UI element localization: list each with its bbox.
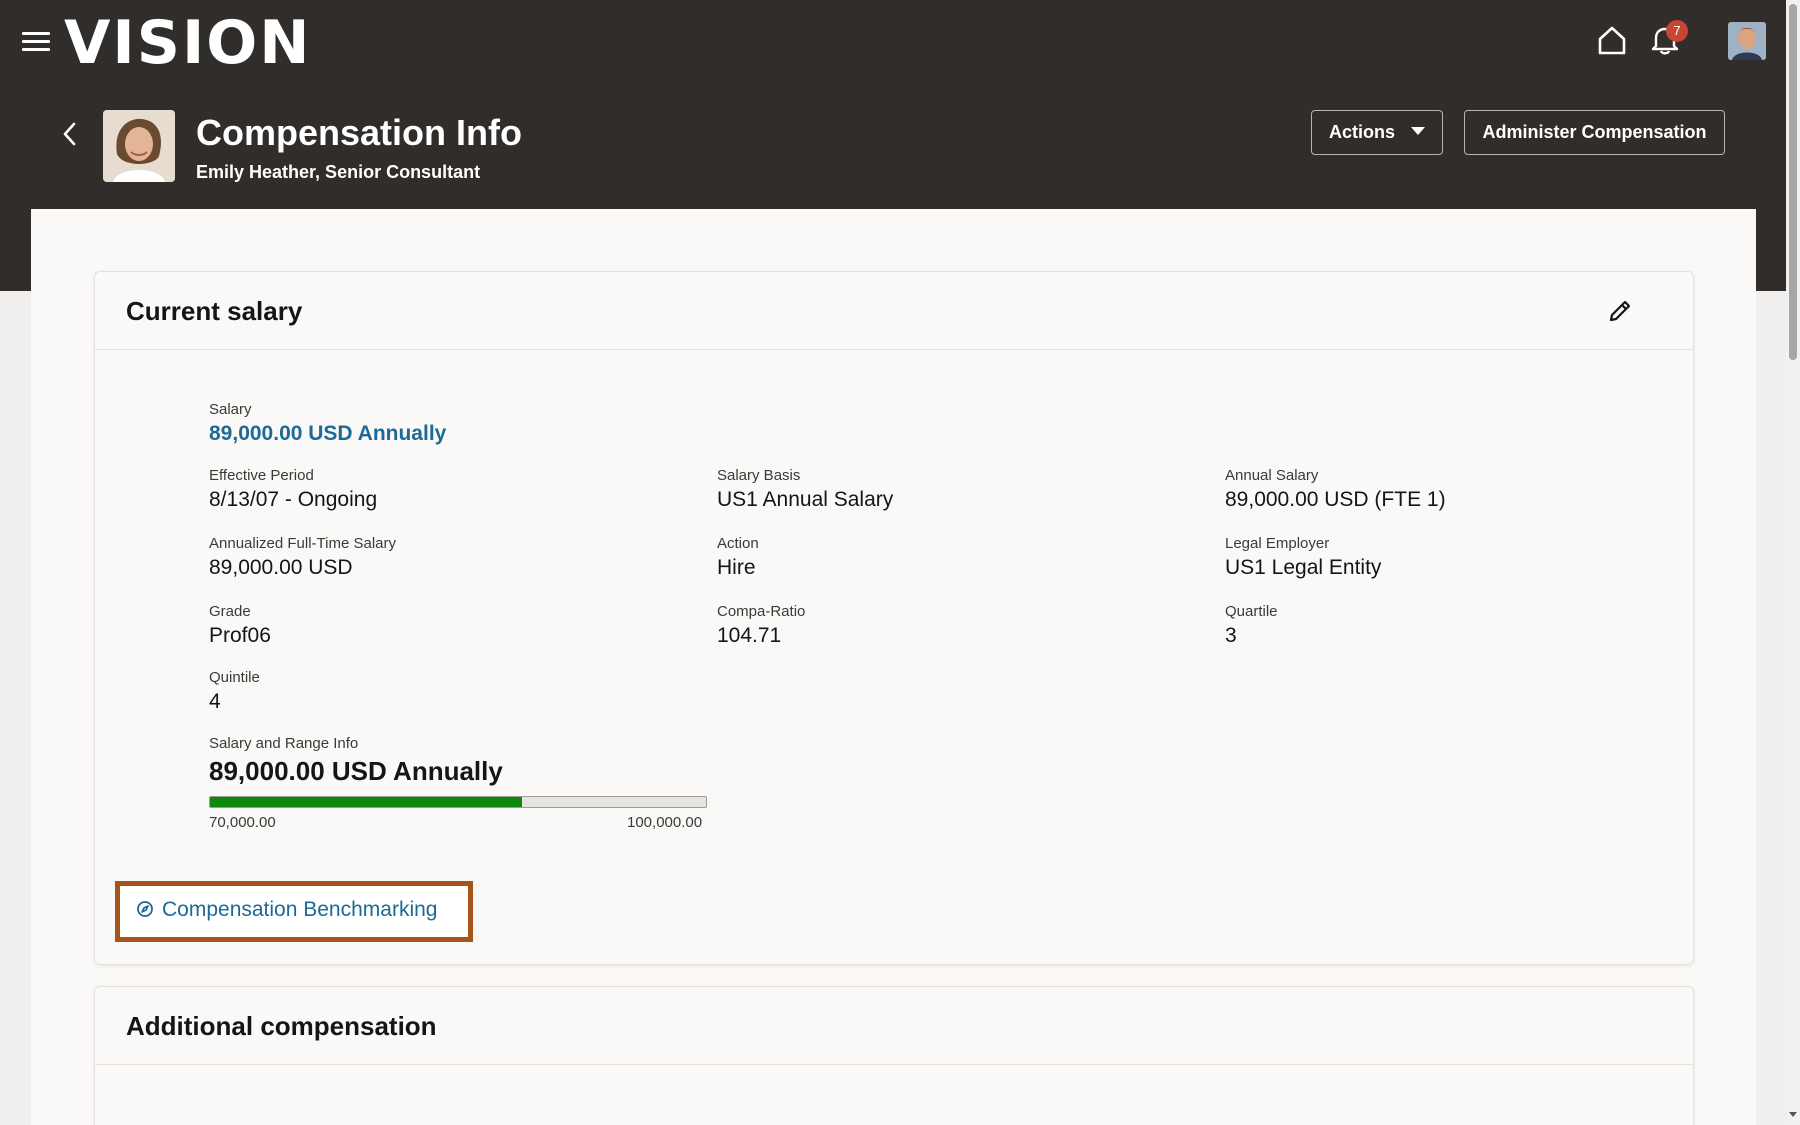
salary-value-link[interactable]: 89,000.00 USD Annually [209, 420, 446, 448]
legal-employer-field: Legal Employer US1 Legal Entity [1225, 534, 1381, 582]
compa-ratio-label: Compa-Ratio [717, 603, 806, 620]
content-area: Current salary Salary 89,000.00 USD Annu… [31, 209, 1756, 1125]
administer-compensation-button[interactable]: Administer Compensation [1464, 110, 1725, 155]
salary-range-field: Salary and Range Info 89,000.00 USD Annu… [209, 734, 503, 788]
quartile-field: Quartile 3 [1225, 602, 1278, 650]
annual-salary-field: Annual Salary 89,000.00 USD (FTE 1) [1225, 466, 1446, 514]
quartile-label: Quartile [1225, 603, 1278, 620]
compa-ratio-field: Compa-Ratio 104.71 [717, 602, 805, 650]
quartile-value: 3 [1225, 624, 1237, 647]
edit-pencil-icon[interactable] [1606, 297, 1634, 325]
quintile-value: 4 [209, 690, 221, 713]
current-salary-card: Current salary Salary 89,000.00 USD Annu… [94, 271, 1694, 965]
legal-employer-label: Legal Employer [1225, 535, 1330, 552]
employee-photo [103, 110, 175, 182]
grade-field: Grade Prof06 [209, 602, 271, 650]
page-title: Compensation Info [196, 112, 522, 153]
salary-label: Salary [209, 401, 252, 418]
quintile-field: Quintile 4 [209, 668, 260, 716]
salary-range-bar [209, 796, 707, 808]
additional-compensation-card: Additional compensation [94, 986, 1694, 1125]
current-salary-header: Current salary [95, 272, 1693, 350]
action-label: Action [717, 535, 759, 552]
current-salary-title: Current salary [126, 296, 303, 326]
salary-field: Salary 89,000.00 USD Annually [209, 400, 446, 448]
compensation-benchmarking-label: Compensation Benchmarking [162, 898, 438, 921]
legal-employer-value: US1 Legal Entity [1225, 556, 1382, 579]
salary-basis-field: Salary Basis US1 Annual Salary [717, 466, 893, 514]
salary-range-label: Salary and Range Info [209, 735, 359, 752]
additional-compensation-header: Additional compensation [95, 987, 1693, 1065]
effective-period-value: 8/13/07 - Ongoing [209, 488, 378, 511]
user-avatar[interactable] [1728, 22, 1766, 60]
range-min-label: 70,000.00 [209, 814, 276, 831]
annualized-salary-field: Annualized Full-Time Salary 89,000.00 US… [209, 534, 396, 582]
actions-button[interactable]: Actions [1311, 110, 1443, 155]
effective-period-field: Effective Period 8/13/07 - Ongoing [209, 466, 377, 514]
menu-icon[interactable] [22, 30, 50, 54]
grade-value: Prof06 [209, 624, 271, 647]
annualized-salary-label: Annualized Full-Time Salary [209, 535, 397, 552]
notification-badge: 7 [1666, 20, 1688, 42]
scrollbar-thumb[interactable] [1789, 4, 1797, 360]
salary-basis-label: Salary Basis [717, 467, 801, 484]
action-field: Action Hire [717, 534, 759, 582]
employee-name-role: Emily Heather, Senior Consultant [196, 162, 481, 182]
quintile-label: Quintile [209, 669, 260, 686]
chevron-down-icon [1411, 127, 1425, 136]
salary-range-value: 89,000.00 USD Annually [209, 756, 503, 786]
scroll-down-arrow-icon[interactable] [1789, 1112, 1797, 1117]
app-logo: VISION [64, 8, 312, 78]
salary-range-fill [210, 797, 523, 807]
salary-basis-value: US1 Annual Salary [717, 488, 894, 511]
compensation-benchmarking-link[interactable]: Compensation Benchmarking [115, 881, 473, 942]
action-value: Hire [717, 556, 756, 579]
back-arrow-icon[interactable] [60, 120, 80, 148]
page-scrollbar[interactable] [1786, 0, 1800, 1125]
compass-icon [137, 901, 153, 917]
annualized-salary-value: 89,000.00 USD [209, 556, 353, 579]
annual-salary-label: Annual Salary [1225, 467, 1319, 484]
annual-salary-value: 89,000.00 USD (FTE 1) [1225, 488, 1446, 511]
range-max-label: 100,000.00 [627, 814, 703, 831]
grade-label: Grade [209, 603, 251, 620]
additional-compensation-title: Additional compensation [126, 1011, 437, 1041]
effective-period-label: Effective Period [209, 467, 314, 484]
actions-label: Actions [1328, 122, 1395, 142]
compa-ratio-value: 104.71 [717, 624, 782, 647]
home-icon[interactable] [1596, 24, 1628, 56]
